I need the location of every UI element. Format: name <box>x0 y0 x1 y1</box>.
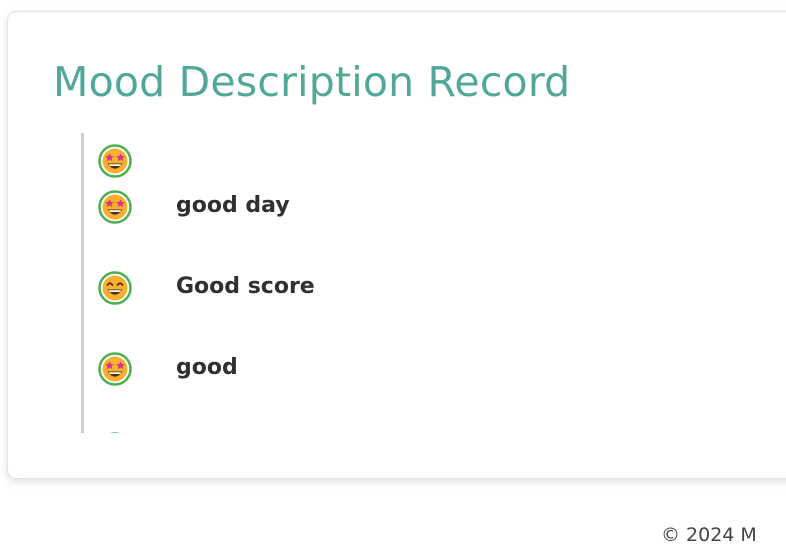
timeline-entry <box>98 144 758 178</box>
star-struck-face-icon <box>98 432 132 433</box>
footer-copyright: © 2024 M <box>661 524 757 546</box>
timeline-entry: good <box>98 432 758 433</box>
grinning-face-icon <box>98 271 132 305</box>
star-struck-face-icon <box>98 144 132 178</box>
entry-description: good <box>176 355 238 380</box>
star-struck-face-icon <box>98 352 132 386</box>
timeline-entry: good <box>98 352 758 386</box>
entry-description: good day <box>176 193 290 218</box>
star-struck-face-icon <box>98 190 132 224</box>
mood-timeline[interactable]: good day Good score good good <box>81 133 784 433</box>
timeline-entry: Good score <box>98 271 758 305</box>
timeline-entry: good day <box>98 190 758 224</box>
entry-description: Good score <box>176 274 315 299</box>
card-title: Mood Description Record <box>53 58 571 106</box>
mood-record-card: Mood Description Record good day Good sc… <box>7 11 786 479</box>
